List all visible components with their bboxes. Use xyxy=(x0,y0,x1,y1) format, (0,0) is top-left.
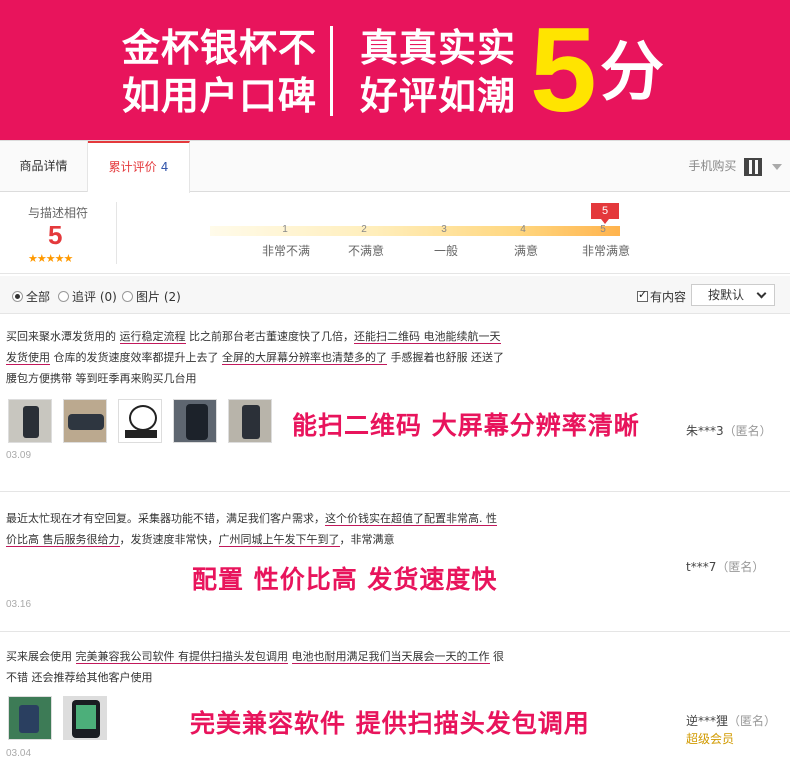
filter-images-label: 图片 (2) xyxy=(136,290,181,304)
scale-level-label: 非常满意 xyxy=(581,244,630,258)
review-photo[interactable] xyxy=(118,399,162,443)
filter-followup-label: 追评 (0) xyxy=(72,290,117,304)
sort-dropdown[interactable]: 按默认 xyxy=(691,284,775,306)
review-text: 买回来聚水潭发货用的 运行稳定流程 比之前那台老古董速度快了几倍，还能扫二维码 … xyxy=(6,326,506,389)
filter-all-label: 全部 xyxy=(26,290,51,304)
sort-label: 按默认 xyxy=(708,288,745,302)
checkbox-icon xyxy=(637,288,648,302)
scale-level-label: 非常不满 xyxy=(261,244,310,258)
review-photos xyxy=(8,696,118,740)
review-anon: （匿名） xyxy=(728,714,777,728)
review-text-part: 买回来聚水潭发货用的 xyxy=(6,330,120,343)
review-callout: 完美兼容软件 提供扫描头发包调用 xyxy=(190,709,590,738)
review-filter-bar: 全部 追评 (0) 图片 (2) 有内容 按默认 xyxy=(0,276,790,314)
caret-down-icon xyxy=(772,163,782,170)
scale-level-label: 满意 xyxy=(513,244,538,258)
member-badge: 超级会员 xyxy=(686,732,735,746)
rating-label: 与描述相符 xyxy=(28,206,89,220)
review-photo[interactable] xyxy=(8,399,52,443)
divider xyxy=(116,202,117,264)
banner-left-line2: 如用户口碑 xyxy=(122,74,318,118)
filter-has-content-label: 有内容 xyxy=(650,290,687,304)
scale-tick: 4 xyxy=(520,224,526,235)
review-username: 朱***3 xyxy=(686,424,724,438)
rating-summary: 与描述相符 5 ★★★★★ 5 1 2 3 4 5 非常不满 不满意 一般 满意… xyxy=(0,192,790,274)
review-text-part: 最近太忙现在才有空回复。采集器功能不错，满足我们客户需求， xyxy=(6,512,325,525)
review-text-part: 比之前那台老古董速度快了几倍， xyxy=(185,330,354,343)
review-photo[interactable] xyxy=(173,399,217,443)
scale-level-label: 不满意 xyxy=(347,244,384,258)
rating-scale-bar xyxy=(210,226,620,236)
rating-score: 5 xyxy=(48,220,63,250)
review-photo[interactable] xyxy=(8,696,52,740)
tab-reviews-label: 累计评价 xyxy=(108,160,157,174)
scale-tick: 5 xyxy=(600,224,606,235)
banner-divider xyxy=(330,26,333,116)
review-username: 逆***狸 xyxy=(686,714,729,728)
review-user: 朱***3（匿名） xyxy=(686,422,772,439)
radio-icon xyxy=(58,291,69,302)
review-date: 03.16 xyxy=(6,599,32,610)
review-highlight: 完美兼容我公司软件 有提供扫描头发包调用 xyxy=(75,650,288,664)
dropdown-arrow-icon xyxy=(756,288,767,299)
scale-tick: 1 xyxy=(282,224,288,235)
review-callout: 配置 性价比高 发货速度快 xyxy=(192,565,498,594)
banner-mid-line2: 好评如潮 xyxy=(360,74,517,118)
review-text-part: ，非常满意 xyxy=(339,533,395,546)
filter-images[interactable]: 图片 (2) xyxy=(122,288,181,305)
tab-bar: 商品详情 累计评价 4 手机购买 xyxy=(0,140,790,193)
banner-score-unit: 分 xyxy=(600,36,664,110)
mobile-buy-label: 手机购买 xyxy=(688,159,737,173)
review-item: 买回来聚水潭发货用的 运行稳定流程 比之前那台老古董速度快了几倍，还能扫二维码 … xyxy=(0,314,790,492)
review-highlight: 电池也耐用满足我们当天展会一天的工作 xyxy=(291,650,490,664)
review-highlight: 广州同城上午发下午到了 xyxy=(218,533,340,547)
radio-icon xyxy=(12,291,23,302)
review-text-part: ，发货速度非常快， xyxy=(119,533,219,546)
review-username: t***7 xyxy=(686,560,717,574)
filter-followup[interactable]: 追评 (0) xyxy=(58,288,117,305)
review-callout: 能扫二维码 大屏幕分辨率清晰 xyxy=(292,411,640,440)
review-photo[interactable] xyxy=(228,399,272,443)
review-highlight: 运行稳定流程 xyxy=(119,330,186,344)
tab-product-details[interactable]: 商品详情 xyxy=(0,141,88,192)
tab-reviews[interactable]: 累计评价 4 xyxy=(88,141,190,193)
banner-left-text: 金杯银杯不 如用户口碑 xyxy=(122,24,322,120)
banner-mid-text: 真真实实 好评如潮 xyxy=(360,24,530,120)
review-photo[interactable] xyxy=(63,399,107,443)
review-text-part: 仓库的发货速度效率都提升上去了 xyxy=(50,351,222,364)
qr-code-icon xyxy=(744,157,763,176)
review-anon: （匿名） xyxy=(716,560,765,574)
review-anon: （匿名） xyxy=(723,424,772,438)
scale-tick: 2 xyxy=(361,224,367,235)
filter-all[interactable]: 全部 xyxy=(12,288,50,305)
scale-tick: 3 xyxy=(441,224,447,235)
review-date: 03.04 xyxy=(6,748,32,759)
mobile-buy-link[interactable]: 手机购买 xyxy=(688,141,782,192)
promo-banner: 金杯银杯不 如用户口碑 真真实实 好评如潮 5 分 xyxy=(0,0,790,140)
radio-icon xyxy=(122,291,133,302)
review-date: 03.09 xyxy=(6,450,32,461)
review-highlight: 全屏的大屏幕分辨率也清楚多的了 xyxy=(222,351,387,365)
review-text: 最近太忙现在才有空回复。采集器功能不错，满足我们客户需求，这个价钱实在超值了配置… xyxy=(6,508,506,550)
review-photos xyxy=(8,399,283,443)
rating-marker: 5 xyxy=(591,203,619,224)
banner-score: 5 xyxy=(530,3,597,137)
rating-stars: ★★★★★ xyxy=(28,252,73,265)
scale-level-label: 一般 xyxy=(433,244,458,258)
review-user: 逆***狸（匿名） xyxy=(686,712,776,729)
banner-left-line1: 金杯银杯不 xyxy=(122,26,318,70)
banner-mid-line1: 真真实实 xyxy=(360,26,517,70)
filter-has-content[interactable]: 有内容 xyxy=(637,288,686,305)
review-user: t***7（匿名） xyxy=(686,558,764,575)
review-text: 买来展会使用 完美兼容我公司软件 有提供扫描头发包调用 电池也耐用满足我们当天展… xyxy=(6,646,506,688)
review-item: 最近太忙现在才有空回复。采集器功能不错，满足我们客户需求，这个价钱实在超值了配置… xyxy=(0,492,790,632)
review-text-part xyxy=(288,650,292,663)
review-item: 买来展会使用 完美兼容我公司软件 有提供扫描头发包调用 电池也耐用满足我们当天展… xyxy=(0,632,790,778)
review-photo[interactable] xyxy=(63,696,107,740)
tab-reviews-count: 4 xyxy=(160,160,169,174)
review-text-part: 买来展会使用 xyxy=(6,650,76,663)
